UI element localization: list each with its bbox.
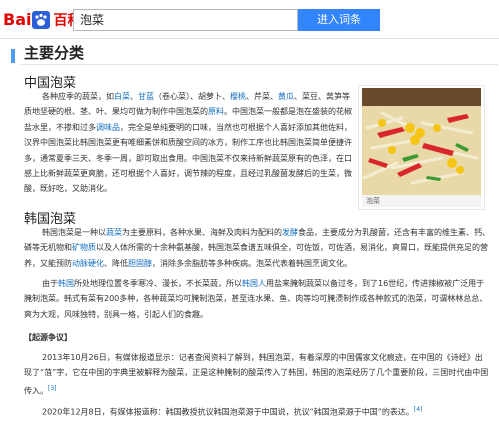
link-ganlan[interactable]: 甘蓝 — [138, 92, 154, 101]
text: 为主要原料，各种水果、海鲜及肉料为配料的 — [122, 228, 282, 237]
logo-text-bai: Bai — [3, 10, 32, 29]
enter-entry-button[interactable]: 进入词条 — [298, 9, 380, 31]
citation-4[interactable]: [4] — [414, 406, 423, 413]
korean-paragraph-1: 韩国泡菜是一种以蔬菜为主要原料，各种水果、海鲜及肉料为配料的发酵食品，主要成分为… — [24, 225, 490, 271]
section-marker — [11, 49, 15, 63]
text: 由于 — [42, 279, 58, 288]
top-bar: Bai 百科 泡菜 进入词条 — [0, 0, 499, 39]
dispute-heading: 【起源争议】 — [24, 333, 72, 342]
link-baicai[interactable]: 白菜 — [114, 92, 130, 101]
link-danguchun[interactable]: 胆固醇 — [128, 259, 152, 268]
link-dongmaiyinghua[interactable]: 动脉硬化 — [72, 259, 104, 268]
link-tiaoweipin[interactable]: 调味品 — [96, 123, 120, 132]
paw-icon — [32, 11, 51, 29]
korean-paragraph-2: 由于韩国所处地理位置冬季寒冷、漫长，不长菜蔬，所以韩国人用盐来腌制蔬菜以备过冬，… — [24, 276, 490, 322]
text: 2013年10月26日，有媒体报道显示：记者查阅资料了解到，韩国泡菜，有着深厚的… — [24, 353, 489, 396]
text: 所处地理位置冬季寒冷、漫长，不长菜蔬，所以 — [74, 279, 242, 288]
text: ，消除多余脂肪等多种疾病。泡菜代表着韩国烹调文化。 — [152, 258, 352, 268]
text: 2020年12月8日，有媒体报道称：韩国教授抗议韩国泡菜源于中国说，抗议“韩国泡… — [42, 407, 414, 417]
text: ，完全是单纯要明的口味，当然也可根据个人喜好添加其他佐料，汉界中国泡菜比韩国泡菜… — [24, 122, 352, 194]
section-title: 主要分类 — [24, 44, 85, 62]
text: 各种应季的蔬菜，如 — [42, 92, 114, 101]
text: 、芹菜、 — [246, 92, 278, 101]
chinese-paragraph: 各种应季的蔬菜，如白菜、甘蓝（卷心菜）、胡萝卜、樱桃、芹菜、黄瓜、菜豆、莴笋等质… — [24, 89, 354, 197]
text: 、降低 — [104, 258, 128, 268]
text: （卷心菜）、胡萝卜、 — [154, 92, 230, 101]
link-kuangwuzhi[interactable]: 矿物质 — [72, 243, 96, 252]
link-shucai[interactable]: 蔬菜 — [106, 228, 122, 237]
photo-caption: 泡菜 — [362, 195, 481, 207]
citation-3[interactable]: [3] — [48, 385, 57, 392]
text: 、 — [130, 92, 138, 101]
link-hanguoren[interactable]: 韩国人 — [242, 279, 266, 288]
link-yingtao[interactable]: 樱桃 — [230, 92, 246, 101]
search-input[interactable]: 泡菜 — [73, 9, 298, 31]
link-fajiao[interactable]: 发酵 — [282, 228, 298, 237]
pickle-photo[interactable] — [362, 88, 481, 195]
dispute-paragraph-2: 2020年12月8日，有媒体报道称：韩国教授抗议韩国泡菜源于中国说，抗议“韩国泡… — [24, 402, 490, 420]
baidu-baike-logo[interactable]: Bai 百科 — [3, 10, 81, 30]
divider — [20, 64, 498, 65]
text: 韩国泡菜是一种以 — [42, 228, 106, 237]
link-huanggua[interactable]: 黄瓜 — [278, 92, 294, 101]
link-yuanliao[interactable]: 原料 — [208, 107, 224, 116]
link-hanguo[interactable]: 韩国 — [58, 279, 74, 288]
dispute-paragraph-1: 2013年10月26日，有媒体报道显示：记者查阅资料了解到，韩国泡菜，有着深厚的… — [24, 350, 490, 399]
